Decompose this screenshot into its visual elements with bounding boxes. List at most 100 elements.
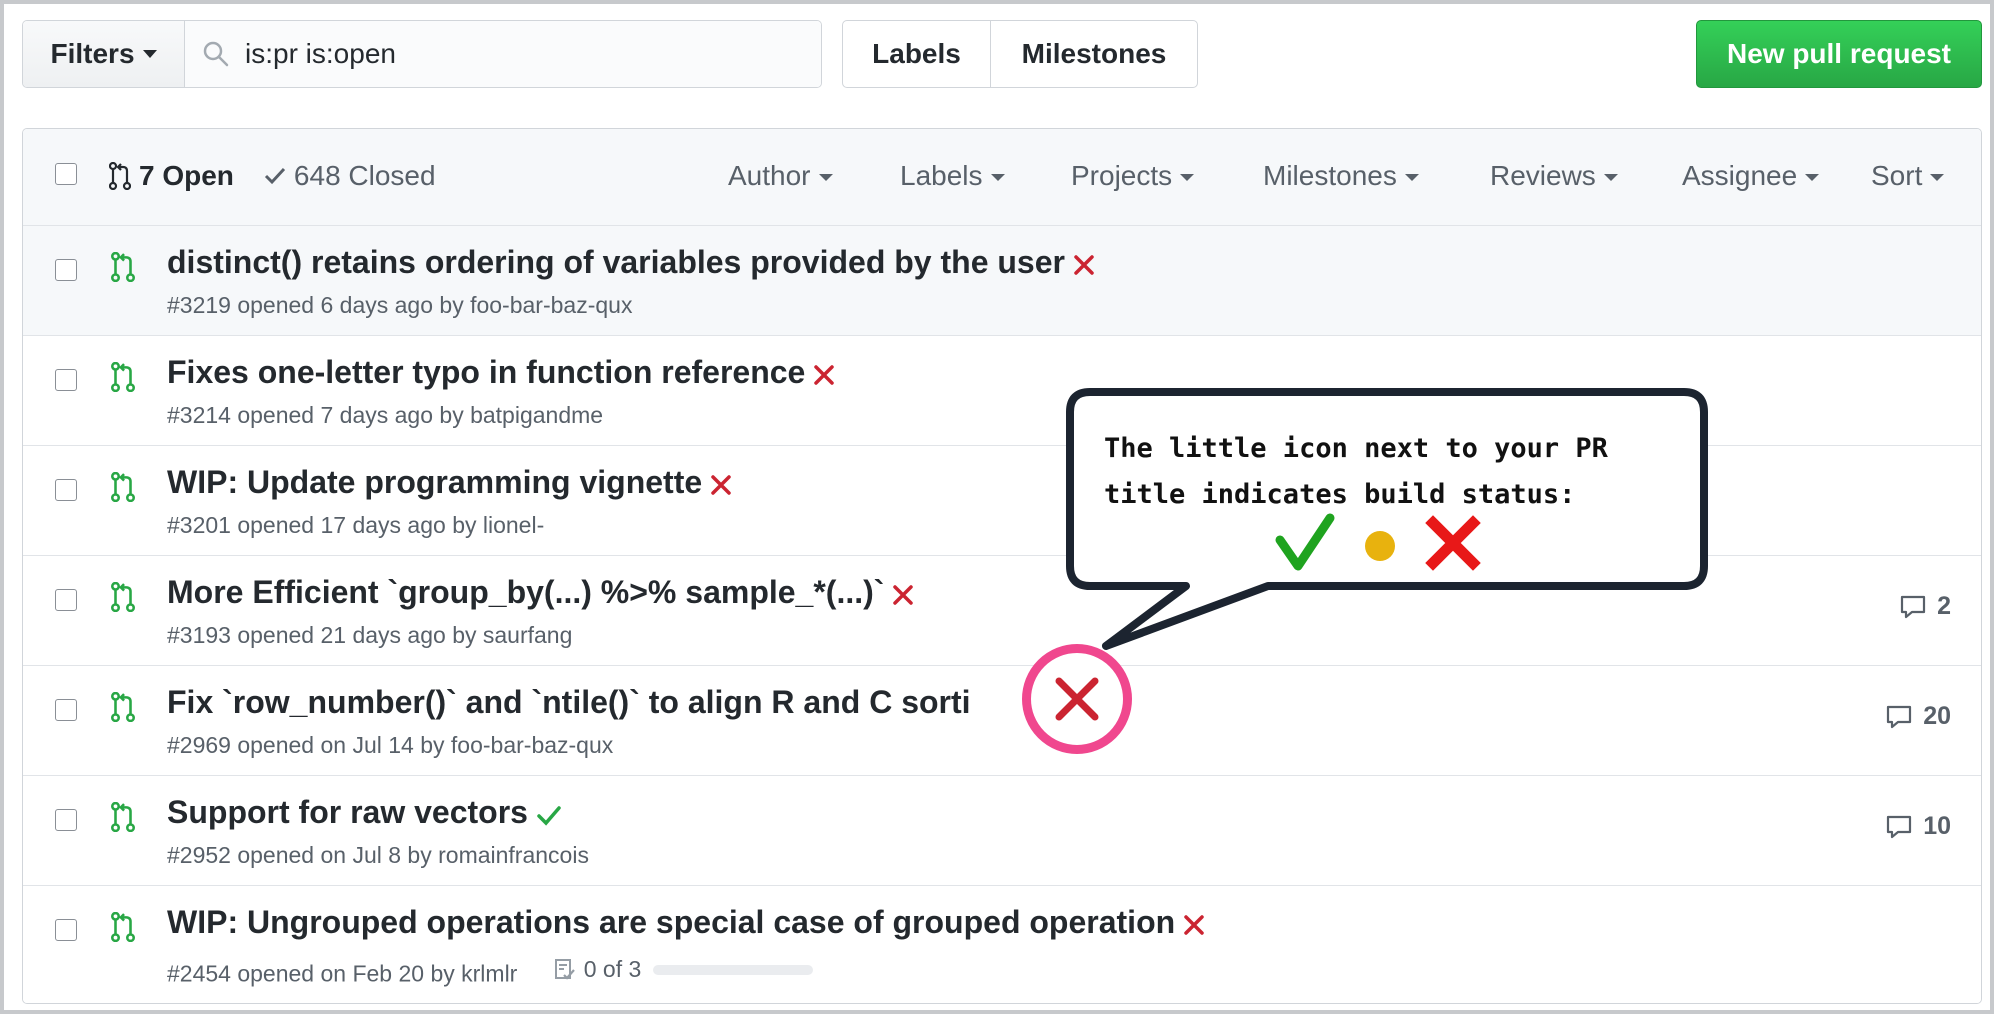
row-checkbox[interactable]: [55, 259, 77, 281]
row-checkbox[interactable]: [55, 699, 77, 721]
pull-request-icon: [111, 582, 135, 612]
labels-menu-label: Labels: [900, 160, 983, 191]
comments-link[interactable]: 2: [1899, 592, 1951, 621]
row-checkbox[interactable]: [55, 919, 77, 941]
pull-request-row[interactable]: Support for raw vectors #2952 opened on …: [23, 776, 1981, 886]
task-count: 0 of 3: [583, 956, 642, 982]
comment-count: 2: [1937, 592, 1951, 620]
build-failure-icon[interactable]: [813, 364, 835, 386]
pull-request-meta: #3219 opened 6 days ago by foo-bar-baz-q…: [167, 292, 633, 318]
row-checkbox[interactable]: [55, 589, 77, 611]
pull-request-row[interactable]: More Efficient `group_by(...) %>% sample…: [23, 556, 1981, 666]
milestones-button[interactable]: Milestones: [991, 21, 1197, 87]
build-failure-icon[interactable]: [1073, 254, 1095, 276]
sort-menu[interactable]: Sort: [1871, 160, 1945, 192]
pull-request-icon: [111, 802, 135, 832]
checklist-icon: [554, 958, 575, 980]
pull-request-title[interactable]: distinct() retains ordering of variables…: [167, 244, 1095, 281]
caret-down-icon: [1930, 174, 1945, 182]
search-box[interactable]: [185, 21, 821, 87]
pull-request-row[interactable]: distinct() retains ordering of variables…: [23, 226, 1981, 336]
pull-request-meta: #3201 opened 17 days ago by lionel-: [167, 512, 545, 538]
caret-down-icon: [1404, 174, 1419, 182]
assignee-menu[interactable]: Assignee: [1682, 160, 1820, 192]
sort-menu-label: Sort: [1871, 160, 1923, 191]
comment-icon: [1887, 705, 1912, 728]
pull-request-title[interactable]: More Efficient `group_by(...) %>% sample…: [167, 574, 914, 611]
pull-request-title-text: distinct() retains ordering of variables…: [167, 244, 1065, 280]
pull-request-icon: [111, 912, 135, 942]
pull-request-title[interactable]: Fix `row_number()` and `ntile()` to alig…: [167, 684, 971, 721]
closed-filter-link[interactable]: 648 Closed: [264, 160, 436, 192]
new-pull-request-button[interactable]: New pull request: [1696, 20, 1982, 88]
pull-request-meta-text: #2454 opened on Feb 20 by krlmlr: [167, 960, 518, 987]
pull-request-meta: #2952 opened on Jul 8 by romainfrancois: [167, 842, 589, 868]
reviews-menu-label: Reviews: [1490, 160, 1596, 191]
pull-request-list: 7 Open 648 Closed Author Labels Projects…: [22, 128, 1982, 1004]
open-count: 7 Open: [139, 160, 234, 191]
pull-request-icon: [111, 362, 135, 392]
caret-down-icon: [1603, 174, 1618, 182]
comments-link[interactable]: 20: [1885, 702, 1951, 731]
highlighted-build-status: [1022, 644, 1132, 754]
caret-down-icon: [990, 174, 1005, 182]
milestones-menu-label: Milestones: [1263, 160, 1397, 191]
pull-request-title[interactable]: WIP: Update programming vignette: [167, 464, 732, 501]
build-failure-icon[interactable]: [1183, 914, 1205, 936]
pull-request-title[interactable]: Support for raw vectors: [167, 794, 562, 831]
pull-request-icon: [109, 162, 131, 190]
milestones-menu[interactable]: Milestones: [1263, 160, 1419, 192]
check-icon: [264, 167, 286, 185]
caret-down-icon: [142, 50, 157, 58]
state-toggle: 7 Open 648 Closed: [109, 160, 436, 192]
select-all-checkbox[interactable]: [55, 163, 77, 185]
labels-button[interactable]: Labels: [843, 21, 991, 87]
row-checkbox[interactable]: [55, 479, 77, 501]
caret-down-icon: [1180, 174, 1195, 182]
filters-button[interactable]: Filters: [23, 21, 185, 87]
comment-icon: [1887, 815, 1912, 838]
pull-request-meta: #3193 opened 21 days ago by saurfang: [167, 622, 573, 648]
pull-request-title-text: Support for raw vectors: [167, 794, 528, 830]
row-checkbox[interactable]: [55, 369, 77, 391]
pull-request-title[interactable]: WIP: Ungrouped operations are special ca…: [167, 904, 1205, 941]
reviews-menu[interactable]: Reviews: [1490, 160, 1618, 192]
pull-request-row[interactable]: Fix `row_number()` and `ntile()` to alig…: [23, 666, 1981, 776]
search-icon: [203, 41, 229, 67]
pull-request-icon: [111, 472, 135, 502]
comment-icon: [1900, 595, 1926, 618]
search-input[interactable]: [245, 38, 805, 70]
filter-group: Filters: [22, 20, 822, 88]
assignee-menu-label: Assignee: [1682, 160, 1798, 191]
pull-request-row[interactable]: Fixes one-letter typo in function refere…: [23, 336, 1981, 446]
build-failure-icon[interactable]: [710, 474, 732, 496]
caret-down-icon: [818, 174, 833, 182]
caret-down-icon: [1805, 174, 1820, 182]
pull-request-icon: [111, 252, 135, 282]
projects-menu-label: Projects: [1071, 160, 1173, 191]
projects-menu[interactable]: Projects: [1071, 160, 1195, 192]
labels-menu[interactable]: Labels: [900, 160, 1005, 192]
labels-milestones-group: Labels Milestones: [842, 20, 1198, 88]
pull-request-row[interactable]: WIP: Update programming vignette #3201 o…: [23, 446, 1981, 556]
row-checkbox[interactable]: [55, 809, 77, 831]
comment-count: 20: [1923, 702, 1951, 730]
pull-request-title-text: WIP: Ungrouped operations are special ca…: [167, 904, 1176, 940]
task-progress-bar: [653, 964, 814, 975]
pull-request-meta: #2969 opened on Jul 14 by foo-bar-baz-qu…: [167, 732, 614, 758]
closed-count: 648 Closed: [293, 160, 436, 191]
build-success-icon[interactable]: [536, 804, 562, 826]
filters-label: Filters: [50, 38, 135, 69]
open-filter-link[interactable]: 7 Open: [109, 160, 234, 192]
pull-request-title-text: More Efficient `group_by(...) %>% sample…: [167, 574, 885, 610]
pull-request-title[interactable]: Fixes one-letter typo in function refere…: [167, 354, 835, 391]
pull-request-icon: [111, 692, 135, 722]
pull-request-meta: #2454 opened on Feb 20 by krlmlr 0 of 3: [167, 956, 814, 988]
author-menu-label: Author: [728, 160, 811, 191]
callout-text: The little icon next to your PR title in…: [1104, 433, 1608, 510]
comments-link[interactable]: 10: [1885, 812, 1951, 841]
pull-request-title-text: WIP: Update programming vignette: [167, 464, 703, 500]
author-menu[interactable]: Author: [728, 160, 833, 192]
build-failure-icon[interactable]: [892, 584, 914, 606]
pull-request-row[interactable]: WIP: Ungrouped operations are special ca…: [23, 886, 1981, 1003]
